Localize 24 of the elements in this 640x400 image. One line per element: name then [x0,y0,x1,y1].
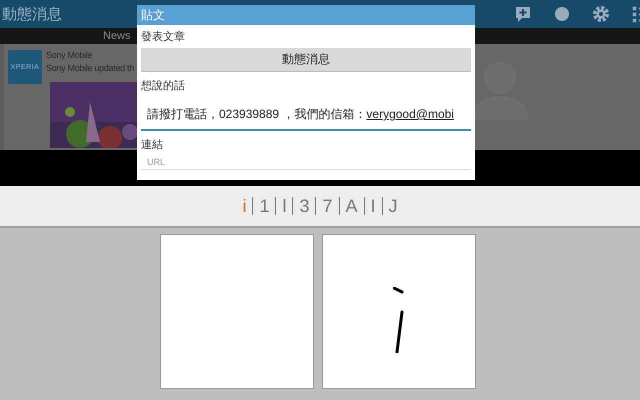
candidate-key[interactable]: l [276,196,292,216]
app-title: 動態消息 [2,4,62,24]
dialog-title: 貼文 [137,5,475,25]
post-type-button[interactable]: 動態消息 [141,48,471,72]
news-tab[interactable]: News [103,30,131,42]
candidate-key[interactable]: J [382,196,404,216]
author-name: Sony Mobile [46,50,92,60]
field-label: 發表文章 [141,30,186,44]
circle-icon[interactable] [554,6,570,22]
candidate-key[interactable]: I [364,196,382,216]
candidate-key[interactable]: i [236,196,252,216]
add-comment-icon[interactable] [514,5,532,23]
post-text: Sony Mobile updated th [46,63,134,73]
candidate-key[interactable]: 3 [293,196,316,216]
message-field[interactable]: 請撥打電話，023939889 ，我們的信箱：verygood@mobi [141,99,471,131]
handwriting-stroke-drawing [392,286,404,352]
settings-icon[interactable] [592,5,610,23]
field-label: 連結 [141,138,164,152]
candidate-key[interactable]: A [340,196,364,216]
field-label: 想說的話 [141,78,186,93]
candidate-key[interactable]: 7 [316,196,338,216]
candidate-key[interactable]: 1 [253,196,276,216]
writing-pad[interactable] [322,234,476,389]
writing-pad[interactable] [160,234,314,389]
